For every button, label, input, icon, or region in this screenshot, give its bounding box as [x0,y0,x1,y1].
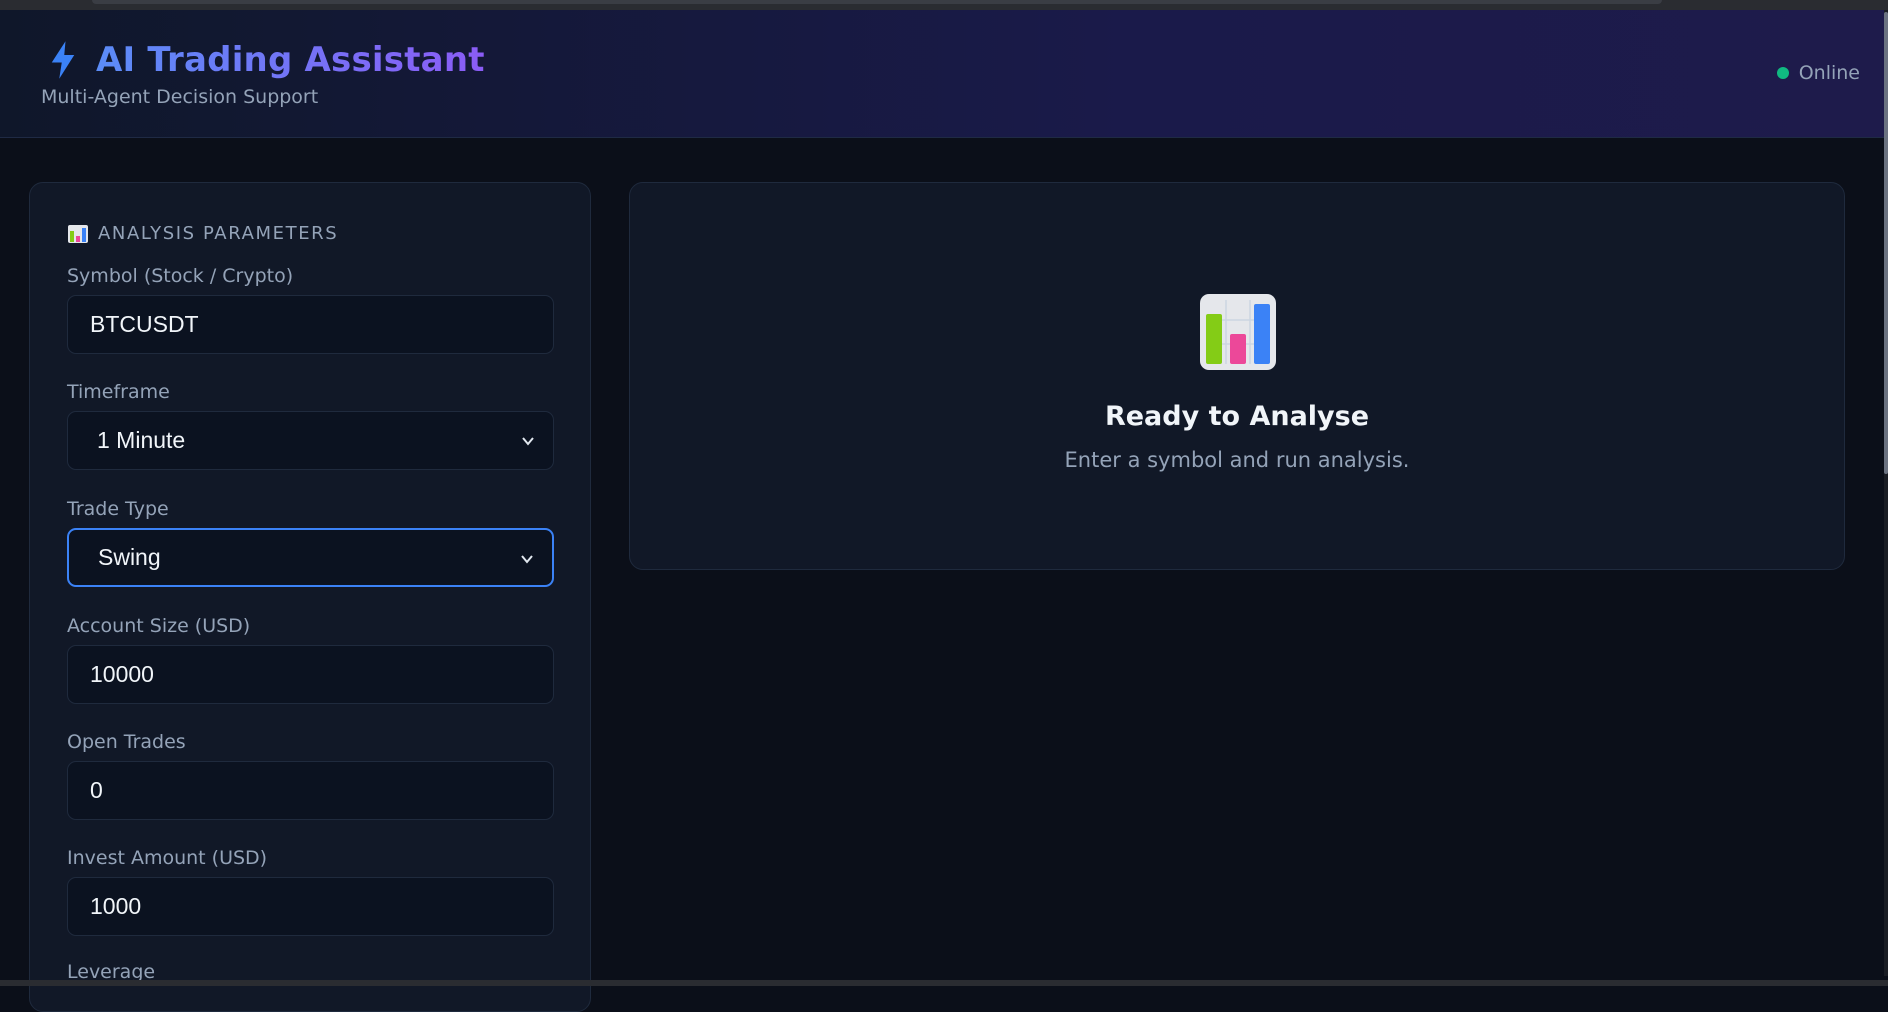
account-size-label: Account Size (USD) [67,615,251,637]
symbol-input[interactable]: BTCUSDT [67,295,554,354]
trade-type-value: Swing [98,544,161,570]
analysis-result-panel: Ready to Analyse Enter a symbol and run … [629,182,1845,570]
timeframe-label: Timeframe [67,381,170,403]
brand: AI Trading Assistant [48,40,485,80]
browser-bottom-strip [0,980,1888,986]
app-subtitle: Multi-Agent Decision Support [41,86,319,108]
trade-type-label: Trade Type [67,498,169,520]
invest-amount-value: 1000 [90,893,142,919]
trade-type-select[interactable]: Swing [67,528,554,587]
bar-chart-icon [1200,294,1276,370]
bar-chart-icon [68,224,88,243]
app-title: AI Trading Assistant [96,40,485,80]
panel-title-label: Analysis Parameters [98,223,339,244]
open-trades-value: 0 [90,777,103,803]
timeframe-value: 1 Minute [97,427,186,453]
app-header: AI Trading Assistant Multi-Agent Decisio… [0,10,1884,138]
account-size-input[interactable]: 10000 [67,645,554,704]
timeframe-select[interactable]: 1 Minute [67,411,554,470]
chevron-down-icon [521,555,533,564]
invest-amount-input[interactable]: 1000 [67,877,554,936]
open-trades-label: Open Trades [67,731,186,753]
analysis-parameters-panel: Analysis Parameters Symbol (Stock / Cryp… [29,182,591,1012]
status-dot-icon [1776,67,1789,79]
connection-status: Online [1776,62,1860,84]
browser-top-strip [0,0,1888,10]
chevron-down-icon [522,437,534,446]
invest-amount-label: Invest Amount (USD) [67,847,268,869]
symbol-value: BTCUSDT [90,311,199,337]
open-trades-input[interactable]: 0 [67,761,554,820]
ready-subtitle: Enter a symbol and run analysis. [1064,448,1410,472]
browser-tab-edge [92,0,1662,4]
page-scrollbar-thumb[interactable] [1884,12,1888,474]
symbol-label: Symbol (Stock / Crypto) [67,265,294,287]
bolt-icon [51,41,75,79]
ready-title: Ready to Analyse [1104,401,1370,432]
panel-title: Analysis Parameters [68,223,338,244]
account-size-value: 10000 [90,661,154,687]
status-label: Online [1798,62,1860,84]
